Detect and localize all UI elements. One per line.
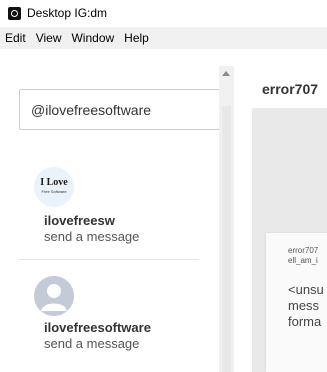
message-line: <unsu [288,282,324,297]
message-text: <unsu mess forma [288,282,327,330]
menu-view[interactable]: View [31,31,67,45]
sidebar-scrollbar[interactable] [219,66,234,372]
app-icon [8,6,21,20]
message-line: forma [288,314,322,329]
contact-subtitle: send a message [44,336,140,351]
contact-name: ilovefreesoftware [44,320,151,335]
chat-title: error707 [262,81,319,97]
avatar-logo-label: I Love [40,177,68,188]
conversation-sidebar: @ilovefreesoftware I Love Free Software … [0,49,220,372]
menu-bar: Edit View Window Help [0,27,327,49]
default-user-icon [34,276,74,316]
scrollbar-thumb[interactable] [222,106,231,372]
avatar: I Love Free Software [34,167,74,207]
message-sender-handle: ell_am_i [288,256,318,265]
window-title: Desktop IG:dm [27,6,108,20]
avatar-logo-subtext: Free Software [41,189,67,194]
contact-subtitle: send a message [44,229,140,244]
message-sender: error707 [288,246,319,255]
conversation-item[interactable]: I Love Free Software ilovefreesw send a … [19,167,199,260]
menu-help[interactable]: Help [119,31,154,45]
title-bar: Desktop IG:dm [0,0,327,26]
search-input-value: @ilovefreesoftware [31,101,152,118]
contact-name: ilovefreesw [44,213,115,228]
search-input[interactable]: @ilovefreesoftware [19,89,220,130]
chat-messages-area [252,108,327,372]
avatar-logo-text: I Love [37,177,71,188]
scroll-up-arrow-icon[interactable] [222,71,230,76]
message-line: mess [288,298,320,313]
menu-edit[interactable]: Edit [0,31,31,45]
conversation-item[interactable]: ilovefreesoftware send a message [19,274,199,372]
avatar [34,276,74,316]
menu-window[interactable]: Window [66,31,119,45]
